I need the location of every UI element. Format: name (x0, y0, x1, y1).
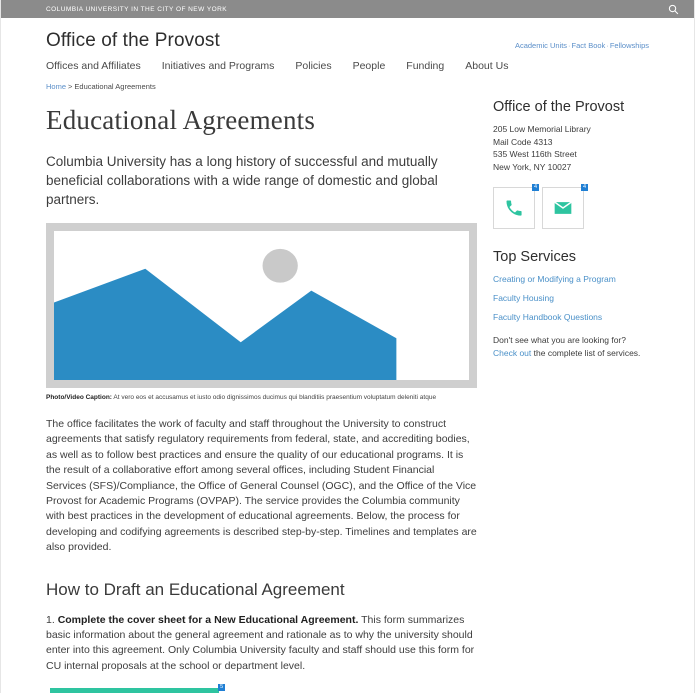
search-icon[interactable] (666, 2, 680, 16)
phone-icon (504, 198, 524, 218)
nav-item-people[interactable]: People (353, 60, 386, 72)
step-1-number: 1. (46, 613, 58, 626)
nav-item-initiatives-and-programs[interactable]: Initiatives and Programs (162, 60, 275, 72)
nav-item-policies[interactable]: Policies (295, 60, 331, 72)
sidebar-top-services-title: Top Services (493, 249, 577, 265)
sidebar-services-note: Don't see what you are looking for? Chec… (493, 334, 648, 359)
envelope-icon (553, 198, 573, 218)
phone-button[interactable]: 4 (493, 184, 539, 229)
page-root: COLUMBIA UNIVERSITY IN THE CITY OF NEW Y… (0, 0, 695, 693)
download-cover-sheet-button[interactable]: Download Cover Sheet (50, 688, 220, 693)
breadcrumb: Home > Educational Agreements (1, 72, 694, 91)
nav-item-about-us[interactable]: About Us (465, 60, 508, 72)
page-title: Educational Agreements (46, 105, 316, 135)
download-button-badge: 5 (218, 684, 226, 692)
sidebar-office-title: Office of the Provost (493, 99, 625, 115)
main-navigation: Offices and Affiliates Initiatives and P… (1, 52, 694, 72)
body-paragraph: The office facilitates the work of facul… (46, 418, 477, 554)
email-button[interactable]: 4 (542, 184, 588, 229)
utility-link-fellowships[interactable]: Fellowships (610, 41, 649, 50)
service-link-creating-or-modifying-a-program[interactable]: Creating or Modifying a Program (493, 274, 648, 284)
contact-buttons: 4 4 (493, 184, 648, 229)
media-caption-label: Photo/Video Caption: (46, 394, 112, 401)
intro-paragraph: Columbia University has a long history o… (46, 154, 438, 207)
address-line-3: 535 West 116th Street (493, 149, 577, 159)
media-caption-text: At vero eos et accusamus et iusto odio d… (111, 394, 437, 401)
services-note-line: Check out the complete list of services. (493, 347, 648, 360)
media-caption: Photo/Video Caption: At vero eos et accu… (46, 393, 477, 403)
address-line-1: 205 Low Memorial Library (493, 124, 591, 134)
phone-button-badge: 4 (532, 184, 539, 191)
email-button-badge: 4 (581, 184, 588, 191)
services-note-rest: the complete list of services. (531, 347, 641, 358)
main-column: Educational Agreements Columbia Universi… (46, 91, 477, 693)
service-link-faculty-housing[interactable]: Faculty Housing (493, 293, 648, 303)
step-1-heading: Complete the cover sheet for a New Educa… (57, 613, 359, 626)
content-area: Educational Agreements Columbia Universi… (1, 91, 694, 693)
sidebar-address: 205 Low Memorial Library Mail Code 4313 … (493, 123, 648, 173)
address-line-4: New York, NY 10027 (493, 161, 572, 172)
nav-item-funding[interactable]: Funding (406, 60, 444, 72)
breadcrumb-home[interactable]: Home (46, 82, 66, 91)
services-note-link[interactable]: Check out (493, 348, 531, 358)
university-bar: COLUMBIA UNIVERSITY IN THE CITY OF NEW Y… (1, 0, 694, 18)
step-1: 1. Complete the cover sheet for a New Ed… (46, 613, 477, 675)
media-placeholder-image (54, 231, 469, 380)
mountain-graphic (54, 248, 397, 380)
sidebar: Office of the Provost 205 Low Memorial L… (493, 91, 648, 693)
site-header: Office of the Provost Academic Units·Fac… (1, 18, 694, 52)
utility-link-academic-units[interactable]: Academic Units (515, 41, 567, 50)
nav-item-offices-and-affiliates[interactable]: Offices and Affiliates (46, 60, 141, 72)
breadcrumb-current: Educational Agreements (74, 82, 156, 91)
service-link-faculty-handbook-questions[interactable]: Faculty Handbook Questions (493, 312, 648, 322)
university-name: COLUMBIA UNIVERSITY IN THE CITY OF NEW Y… (46, 5, 228, 13)
utility-links: Academic Units·Fact Book·Fellowships (515, 41, 649, 50)
media-placeholder-frame (46, 223, 477, 388)
download-cover-sheet-wrapper: Download Cover Sheet 5 (50, 684, 226, 693)
utility-link-fact-book[interactable]: Fact Book (572, 41, 606, 50)
address-line-2: Mail Code 4313 (493, 136, 553, 147)
section-title-how-to-draft: How to Draft an Educational Agreement (46, 579, 345, 599)
services-note-question: Don't see what you are looking for? (493, 335, 626, 345)
